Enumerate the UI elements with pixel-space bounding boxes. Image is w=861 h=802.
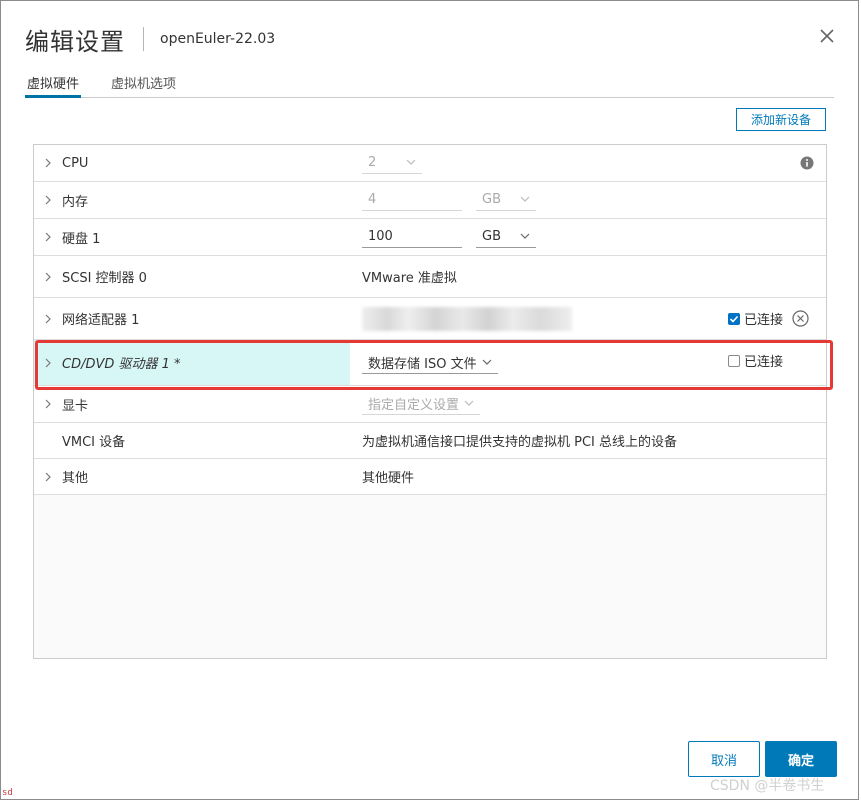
checkmark-icon: [729, 315, 739, 323]
memory-unit-value: GB: [482, 192, 501, 207]
chevron-right-icon: [34, 358, 62, 368]
corner-mark: sd: [2, 788, 13, 798]
network-label: 网络适配器 1: [62, 313, 140, 328]
cd-dvd-media-value: 数据存储 ISO 文件: [368, 356, 477, 372]
other-value: 其他硬件: [362, 471, 415, 486]
disk-size-value: 100: [368, 229, 393, 244]
row-vmci-header: VMCI 设备: [34, 423, 350, 458]
disk-label: 硬盘 1: [62, 231, 101, 247]
row-video-card: 显卡 指定自定义设置: [34, 386, 826, 423]
row-cd-dvd-drive: CD/DVD 驱动器 1 * 数据存储 ISO 文件 已连接: [34, 340, 826, 386]
tab-vm-options[interactable]: 虚拟机选项: [109, 69, 178, 98]
dialog-title: 编辑设置: [25, 27, 125, 56]
remove-device-icon[interactable]: [792, 310, 809, 327]
row-network-adapter: 网络适配器 1 已连接: [34, 298, 826, 340]
close-button[interactable]: [818, 27, 836, 45]
row-cpu: CPU 2: [34, 145, 826, 182]
hardware-list: CPU 2 内存 4 GB 硬盘 1 100 GB SCSI 控制器 0 VMw…: [33, 144, 827, 659]
row-disk: 硬盘 1 100 GB: [34, 219, 826, 256]
row-cpu-header[interactable]: CPU: [34, 145, 350, 181]
vm-name: openEuler-22.03: [160, 31, 276, 47]
video-settings-select[interactable]: 指定自定义设置: [362, 393, 480, 415]
vmci-label: VMCI 设备: [62, 435, 126, 450]
chevron-right-icon: [34, 399, 62, 409]
chevron-right-icon: [34, 314, 62, 324]
chevron-down-icon: [464, 399, 474, 407]
tab-virtual-hardware[interactable]: 虚拟硬件: [25, 69, 82, 98]
network-connected-checkbox[interactable]: [728, 312, 740, 325]
memory-unit-select[interactable]: GB: [476, 189, 536, 211]
row-disk-header[interactable]: 硬盘 1: [34, 219, 350, 255]
row-scsi-header[interactable]: SCSI 控制器 0: [34, 256, 350, 297]
scsi-label: SCSI 控制器 0: [62, 271, 147, 286]
vmci-description: 为虚拟机通信接口提供支持的虚拟机 PCI 总线上的设备: [362, 435, 678, 450]
memory-size-value: 4: [368, 192, 377, 207]
info-icon[interactable]: [800, 156, 814, 170]
memory-label: 内存: [62, 194, 89, 210]
row-other-header[interactable]: 其他: [34, 459, 350, 494]
dialog-header: 编辑设置 openEuler-22.03: [25, 21, 275, 57]
add-new-device-button[interactable]: 添加新设备: [736, 108, 826, 131]
disk-unit-value: GB: [482, 229, 501, 244]
network-connected-toggle[interactable]: 已连接: [728, 309, 809, 328]
chevron-down-icon: [520, 195, 530, 203]
ok-button[interactable]: 确定: [765, 741, 837, 777]
chevron-right-icon: [34, 472, 62, 482]
chevron-down-icon: [520, 232, 530, 240]
network-connected-label: 已连接: [744, 313, 784, 328]
cd-dvd-connected-toggle[interactable]: 已连接: [728, 351, 783, 370]
scsi-type-value: VMware 准虚拟: [362, 271, 457, 286]
video-settings-value: 指定自定义设置: [368, 398, 460, 413]
close-icon: [820, 29, 834, 43]
cd-dvd-connected-checkbox[interactable]: [728, 354, 740, 367]
video-label: 显卡: [62, 398, 89, 414]
cpu-label: CPU: [62, 155, 89, 171]
title-divider: [143, 27, 144, 51]
cpu-count-value: 2: [368, 155, 377, 170]
row-scsi-controller: SCSI 控制器 0 VMware 准虚拟: [34, 256, 826, 298]
tab-bar: 虚拟硬件 虚拟机选项: [25, 69, 834, 98]
row-video-header[interactable]: 显卡: [34, 386, 350, 422]
row-vmci-device: VMCI 设备 为虚拟机通信接口提供支持的虚拟机 PCI 总线上的设备: [34, 423, 826, 459]
cd-dvd-label: CD/DVD 驱动器 1 *: [62, 357, 181, 372]
cd-dvd-media-select[interactable]: 数据存储 ISO 文件: [362, 352, 498, 374]
row-network-header[interactable]: 网络适配器 1: [34, 298, 350, 339]
chevron-right-icon: [34, 195, 62, 205]
cpu-count-select[interactable]: 2: [362, 152, 422, 174]
cancel-button[interactable]: 取消: [688, 741, 760, 777]
disk-size-input[interactable]: 100: [362, 226, 462, 248]
disk-unit-select[interactable]: GB: [476, 226, 536, 248]
chevron-down-icon: [482, 358, 492, 366]
cd-dvd-connected-label: 已连接: [744, 355, 784, 370]
other-label: 其他: [62, 471, 89, 486]
edit-settings-dialog: 编辑设置 openEuler-22.03 虚拟硬件 虚拟机选项 添加新设备 CP…: [0, 0, 859, 800]
row-other-hardware: 其他 其他硬件: [34, 459, 826, 495]
chevron-right-icon: [34, 158, 62, 168]
chevron-right-icon: [34, 232, 62, 242]
row-memory-header[interactable]: 内存: [34, 182, 350, 218]
memory-size-input[interactable]: 4: [362, 189, 462, 211]
chevron-down-icon: [406, 158, 416, 166]
row-cd-dvd-header[interactable]: CD/DVD 驱动器 1 *: [34, 340, 350, 385]
network-select-obscured[interactable]: [362, 306, 572, 331]
row-memory: 内存 4 GB: [34, 182, 826, 219]
chevron-right-icon: [34, 272, 62, 282]
watermark: CSDN @半卷书生: [710, 778, 825, 794]
